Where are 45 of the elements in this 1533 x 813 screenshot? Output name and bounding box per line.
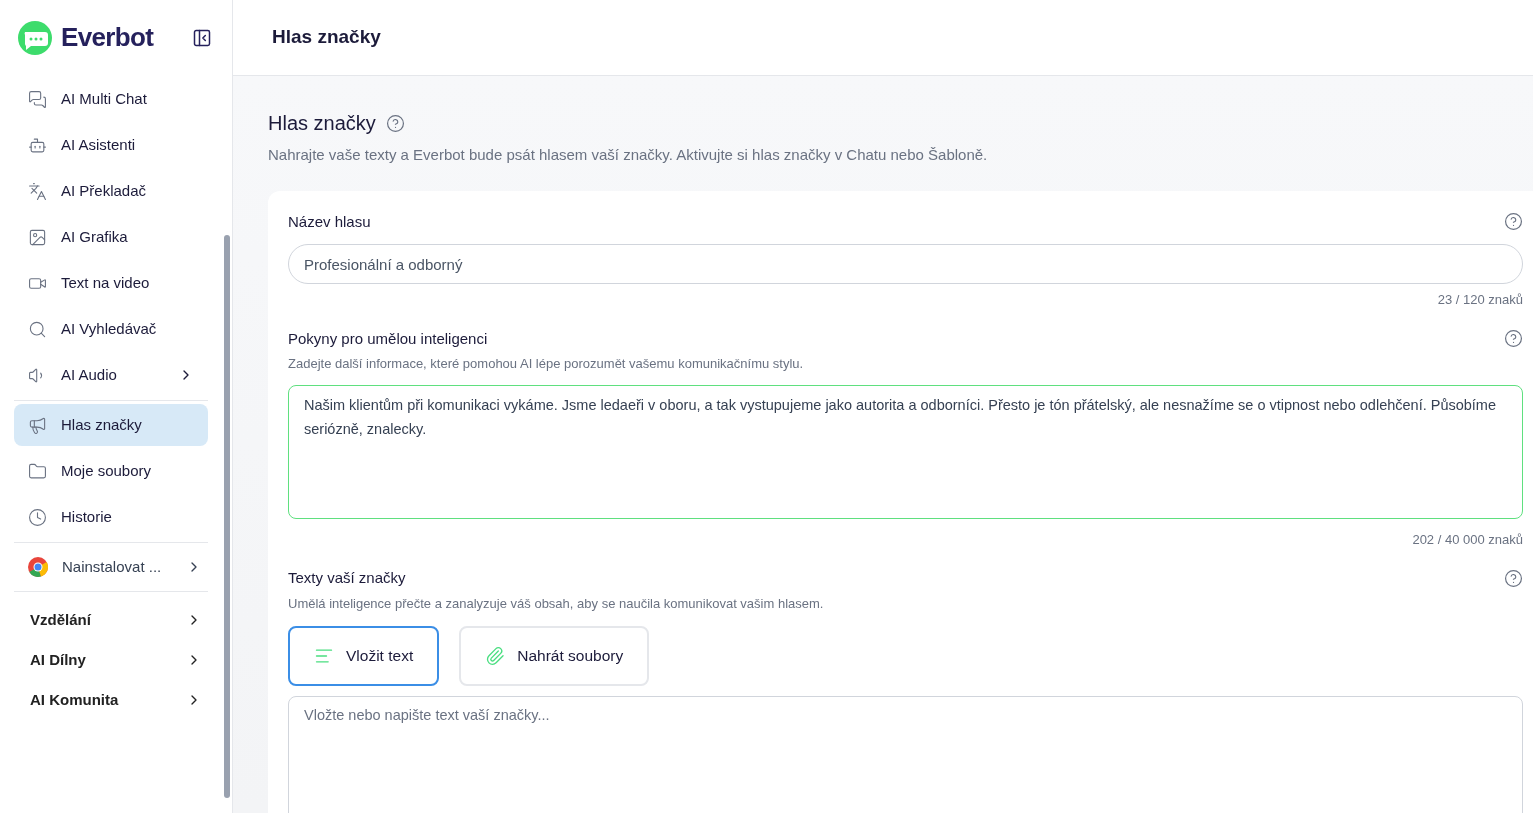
field-label: Texty vaší značky [288,568,406,588]
sidebar-section-link[interactable]: Vzdělání [14,600,208,640]
sidebar-item[interactable]: AI Překladač [14,170,208,212]
sidebar-item[interactable]: Historie [14,496,208,538]
field-hint: Zadejte další informace, které pomohou AI lépe porozumět vašemu komunikačnímu stylu. [288,355,805,373]
field-hint: Umělá inteligence přečte a zanalyzuje váš obsah, aby se naučila komunikovat vašim hlasem. [288,594,825,613]
help-icon[interactable] [1504,568,1523,588]
sidebar-section-link[interactable]: AI Dílny [14,640,208,680]
voice-name-input[interactable]: Profesionální a odborný [288,244,1523,284]
sidebar-section-link[interactable]: AI Komunita [14,680,208,720]
sidebar-item[interactable]: AI Multi Chat [14,78,208,120]
folder-icon [28,461,47,481]
logo-text: Everbot [61,21,154,54]
brand-text-textarea[interactable]: Vložte nebo napište text vaší značky... [288,696,1523,813]
upload-files-button[interactable]: Nahrát soubory [459,626,650,686]
instructions-textarea[interactable]: Našim klientům při komunikaci vykáme. Jsme ledaeři v oboru, a tak vystupujeme jako autorita a odborníci. Přesto je tón přátelský, ale nesnažíme se o vtipnost nebo odlehčení. Působíme seriózně, znalecky. [288,384,1523,519]
collapse-sidebar-icon[interactable] [192,27,212,48]
field-label: Název hlasu [288,211,371,232]
megaphone-icon [28,415,47,435]
install-extension-item[interactable]: Nainstalovat ... [14,546,208,588]
field-label: Pokyny pro umělou inteligenci [288,328,488,349]
help-icon[interactable] [1504,329,1523,349]
clock-icon [28,507,47,527]
sidebar-item[interactable]: AI Audio [14,354,208,396]
sidebar-item[interactable]: Text na video [14,262,208,304]
page-description: Nahrajte vaše texty a Everbot bude psát hlasem vaší značky. Aktivujte si hlas značky v Chatu nebo Šabloně. [268,145,989,165]
chat-bubbles-icon [28,89,47,109]
sidebar-item[interactable]: Moje soubory [14,450,208,492]
paperclip-icon [485,646,506,666]
page-title: Hlas značky [268,111,376,136]
paste-text-button[interactable]: Vložit text [288,626,440,686]
image-icon [28,227,47,247]
sidebar-item[interactable]: Hlas značky [14,404,208,446]
logo-icon [17,19,53,56]
character-counter: 202 / 40 000 znaků [1412,530,1523,549]
translate-icon [28,181,47,201]
character-counter: 23 / 120 znaků [1437,291,1523,309]
sidebar-item[interactable]: AI Asistenti [14,124,208,166]
sidebar-item[interactable]: AI Grafika [14,216,208,258]
help-icon[interactable] [1504,212,1523,232]
search-icon [28,319,47,339]
sidebar-item[interactable]: AI Vyhledávač [14,308,208,350]
browser-logo-icon [28,557,48,577]
help-icon[interactable] [385,113,405,133]
header-title: Hlas značky [272,25,381,50]
